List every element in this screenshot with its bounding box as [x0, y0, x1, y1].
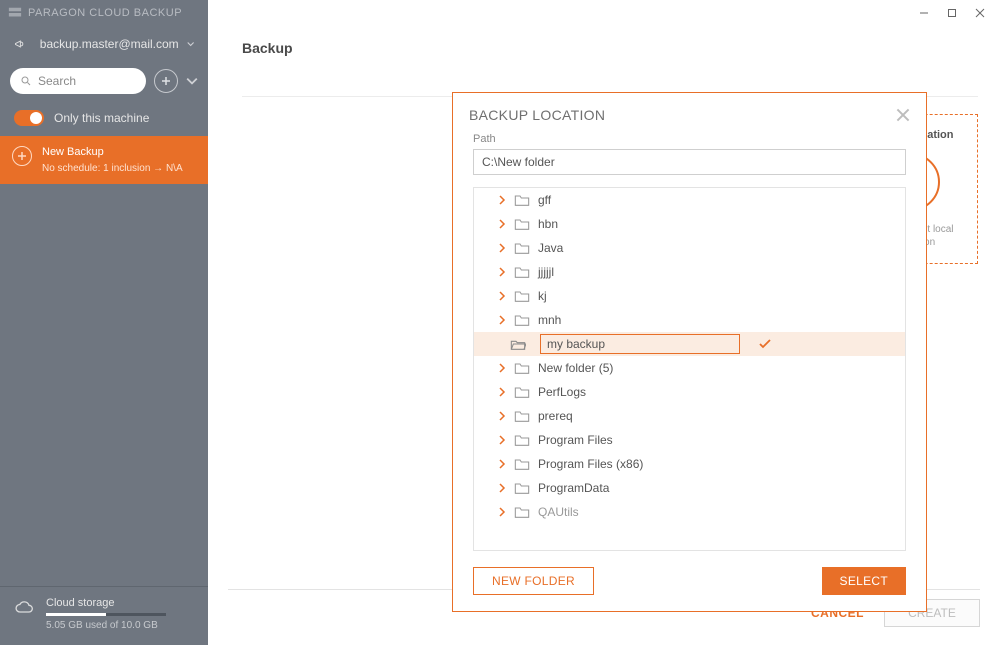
account-email: backup.master@mail.com: [40, 37, 179, 51]
close-icon: [896, 108, 910, 122]
tree-row-label: jjjjjl: [538, 265, 554, 279]
chevron-right-icon: [498, 291, 506, 301]
chevron-right-icon: [498, 219, 506, 229]
search-input[interactable]: Search: [10, 68, 146, 94]
search-icon: [20, 75, 32, 87]
folder-icon: [514, 433, 530, 447]
folder-icon: [514, 289, 530, 303]
chevron-right-icon: [498, 315, 506, 325]
main-panel: Backup Backup location Click to select l…: [208, 26, 1000, 645]
select-button[interactable]: SELECT: [822, 567, 906, 595]
folder-icon: [514, 457, 530, 471]
plus-icon: [161, 76, 171, 86]
path-label: Path: [453, 133, 926, 145]
chevron-right-icon: [498, 507, 506, 517]
cloud-icon: [14, 599, 34, 615]
confirm-check-icon[interactable]: [758, 337, 772, 351]
plus-circle-icon: [12, 146, 32, 166]
tree-row-label: gff: [538, 193, 551, 207]
folder-name-input[interactable]: my backup: [540, 334, 740, 354]
backup-item-subtitle: No schedule: 1 inclusion → N\A: [42, 161, 183, 176]
storage-progress: [46, 613, 166, 616]
window-minimize-button[interactable]: [910, 3, 938, 23]
tree-row[interactable]: New folder (5): [474, 356, 905, 380]
folder-icon: [514, 385, 530, 399]
add-button[interactable]: [154, 69, 178, 93]
tree-row-label: Program Files: [538, 433, 613, 447]
sidebar: backup.master@mail.com Search Only this …: [0, 26, 208, 645]
modal-close-button[interactable]: [896, 108, 910, 122]
tree-row-label: kj: [538, 289, 547, 303]
path-value: C:\New folder: [482, 155, 555, 169]
chevron-right-icon: [498, 483, 506, 493]
tree-row-label: ProgramData: [538, 481, 609, 495]
app-logo-icon: [8, 6, 22, 20]
folder-icon: [514, 481, 530, 495]
tree-row-label: prereq: [538, 409, 573, 423]
toggle-label: Only this machine: [54, 111, 149, 125]
tree-row-label: Java: [538, 241, 563, 255]
chevron-right-icon: [498, 411, 506, 421]
tree-row-label: New folder (5): [538, 361, 613, 375]
folder-icon: [514, 505, 530, 519]
tree-row[interactable]: kj: [474, 284, 905, 308]
only-this-machine-toggle[interactable]: Only this machine: [0, 100, 208, 136]
window-close-button[interactable]: [966, 3, 994, 23]
new-folder-button[interactable]: NEW FOLDER: [473, 567, 594, 595]
tree-row-label: Program Files (x86): [538, 457, 643, 471]
tree-row[interactable]: ProgramData: [474, 476, 905, 500]
chevron-right-icon: [498, 243, 506, 253]
folder-open-icon: [510, 337, 526, 351]
tree-row[interactable]: hbn: [474, 212, 905, 236]
chevron-right-icon: [498, 363, 506, 373]
tree-row[interactable]: my backup: [474, 332, 905, 356]
chevron-right-icon: [498, 435, 506, 445]
tree-row[interactable]: PerfLogs: [474, 380, 905, 404]
storage-used: 5.05 GB used of 10.0 GB: [46, 620, 166, 631]
tree-row-label: hbn: [538, 217, 558, 231]
tree-row[interactable]: mnh: [474, 308, 905, 332]
storage-footer: Cloud storage 5.05 GB used of 10.0 GB: [0, 586, 208, 645]
filter-chevron-icon[interactable]: [186, 75, 198, 87]
chevron-right-icon: [498, 267, 506, 277]
tree-row[interactable]: jjjjjl: [474, 260, 905, 284]
folder-icon: [514, 313, 530, 327]
tree-row-label: mnh: [538, 313, 561, 327]
storage-label: Cloud storage: [46, 597, 166, 609]
tree-row[interactable]: QAUtils: [474, 500, 905, 524]
folder-icon: [514, 241, 530, 255]
account-menu[interactable]: backup.master@mail.com: [0, 26, 208, 62]
folder-tree: gff hbn Java jjjjjl kj mnh my backup New folder…: [473, 187, 906, 551]
folder-icon: [514, 409, 530, 423]
chevron-down-icon: [187, 39, 194, 49]
toggle-switch: [14, 110, 44, 126]
tree-row-label: PerfLogs: [538, 385, 586, 399]
window-controls: [208, 0, 1000, 26]
tree-row[interactable]: Program Files (x86): [474, 452, 905, 476]
chevron-right-icon: [498, 195, 506, 205]
chevron-right-icon: [498, 387, 506, 397]
backup-location-modal: BACKUP LOCATION Path C:\New folder gff hb…: [452, 92, 927, 612]
modal-title: BACKUP LOCATION: [469, 107, 605, 123]
path-input[interactable]: C:\New folder: [473, 149, 906, 175]
folder-icon: [514, 265, 530, 279]
tree-row[interactable]: gff: [474, 188, 905, 212]
tree-row[interactable]: Program Files: [474, 428, 905, 452]
folder-icon: [514, 193, 530, 207]
search-placeholder: Search: [38, 74, 76, 88]
chevron-right-icon: [498, 459, 506, 469]
backup-item-title: New Backup: [42, 144, 183, 161]
page-title: Backup: [208, 26, 1000, 64]
folder-icon: [514, 361, 530, 375]
folder-icon: [514, 217, 530, 231]
window-maximize-button[interactable]: [938, 3, 966, 23]
sidebar-item-new-backup[interactable]: New Backup No schedule: 1 inclusion → N\…: [0, 136, 208, 184]
tree-row[interactable]: Java: [474, 236, 905, 260]
tree-row-label: QAUtils: [538, 505, 579, 519]
search-row: Search: [0, 62, 208, 100]
tree-row[interactable]: prereq: [474, 404, 905, 428]
megaphone-icon: [14, 36, 26, 52]
